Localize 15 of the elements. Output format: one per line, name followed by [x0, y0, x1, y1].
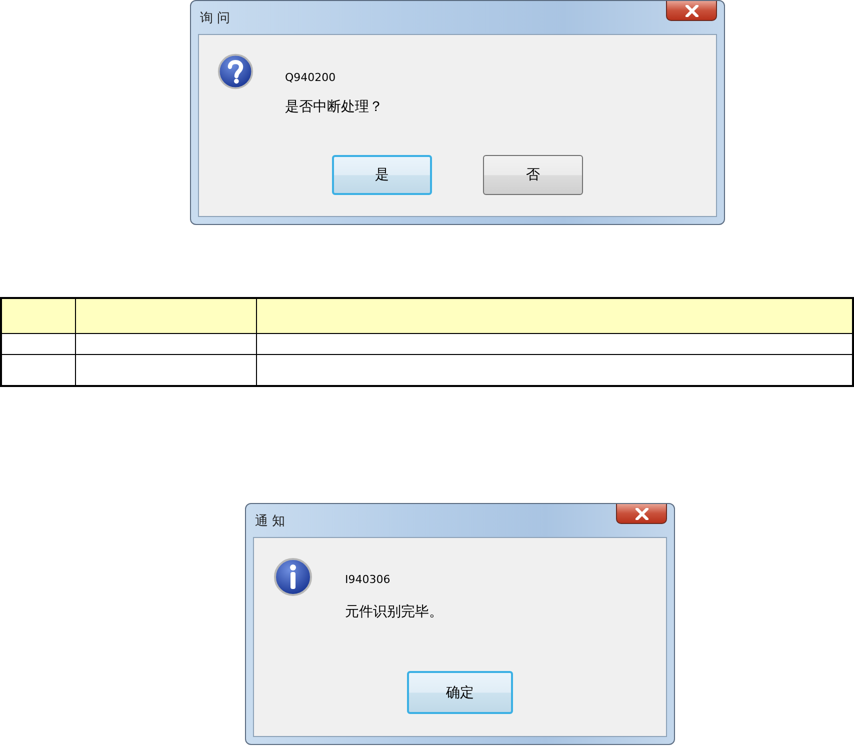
dialog-title: 通 知 [254, 513, 286, 530]
message-text: 是否中断处理？ [285, 98, 383, 116]
message-code: Q940200 [285, 71, 337, 84]
info-icon [273, 557, 313, 597]
close-icon [684, 4, 698, 16]
close-icon [634, 508, 648, 520]
close-button[interactable] [666, 1, 717, 21]
question-icon [217, 53, 254, 90]
message-code: I940306 [345, 573, 392, 586]
dialog-button[interactable]: 是 [332, 155, 432, 195]
message-text: 元件识别完毕。 [345, 603, 443, 621]
dialog-title: 询 问 [199, 10, 230, 27]
close-button[interactable] [616, 504, 667, 524]
dialog-button[interactable]: 否 [483, 155, 583, 195]
dialog-button[interactable]: 确定 [407, 671, 513, 714]
